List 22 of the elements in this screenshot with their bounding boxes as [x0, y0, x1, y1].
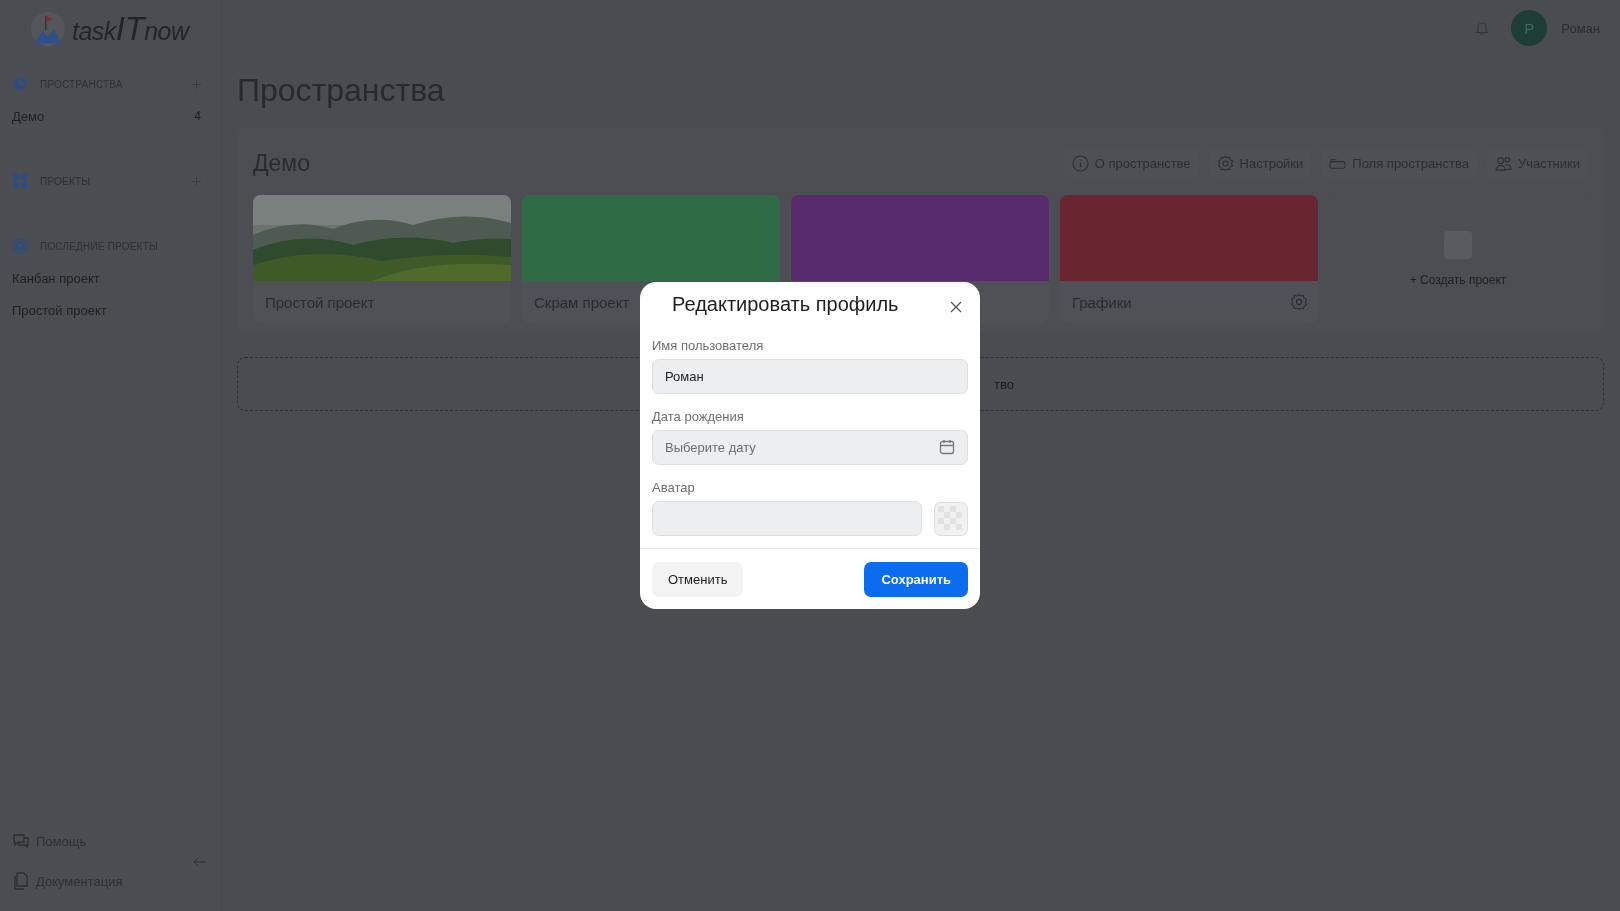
pie-chart-icon [12, 76, 28, 92]
close-icon[interactable] [950, 301, 962, 313]
cancel-button[interactable]: Отменить [652, 562, 744, 597]
document-icon [12, 872, 30, 890]
input-field[interactable] [652, 501, 922, 536]
field-label: Имя пользователя [652, 338, 765, 353]
grid-icon [12, 173, 28, 189]
field-label: Дата рождения [652, 409, 745, 424]
info-icon [1071, 154, 1089, 172]
input-field[interactable]: Роман [652, 359, 968, 394]
clock-icon [12, 238, 28, 254]
calendar-icon[interactable] [939, 439, 955, 455]
checkerboard-swatch-icon[interactable] [934, 501, 968, 536]
date-field[interactable]: Выберите дату [652, 430, 968, 465]
save-button[interactable]: Сохранить [864, 562, 968, 597]
chat-icon [12, 832, 30, 850]
field-label: Аватар [652, 480, 696, 495]
logo-icon [30, 11, 66, 47]
settings-icon[interactable] [1290, 293, 1308, 311]
settings-icon [1216, 154, 1234, 172]
collapse-arrow-icon[interactable] [193, 857, 207, 867]
users-icon [1494, 154, 1512, 172]
